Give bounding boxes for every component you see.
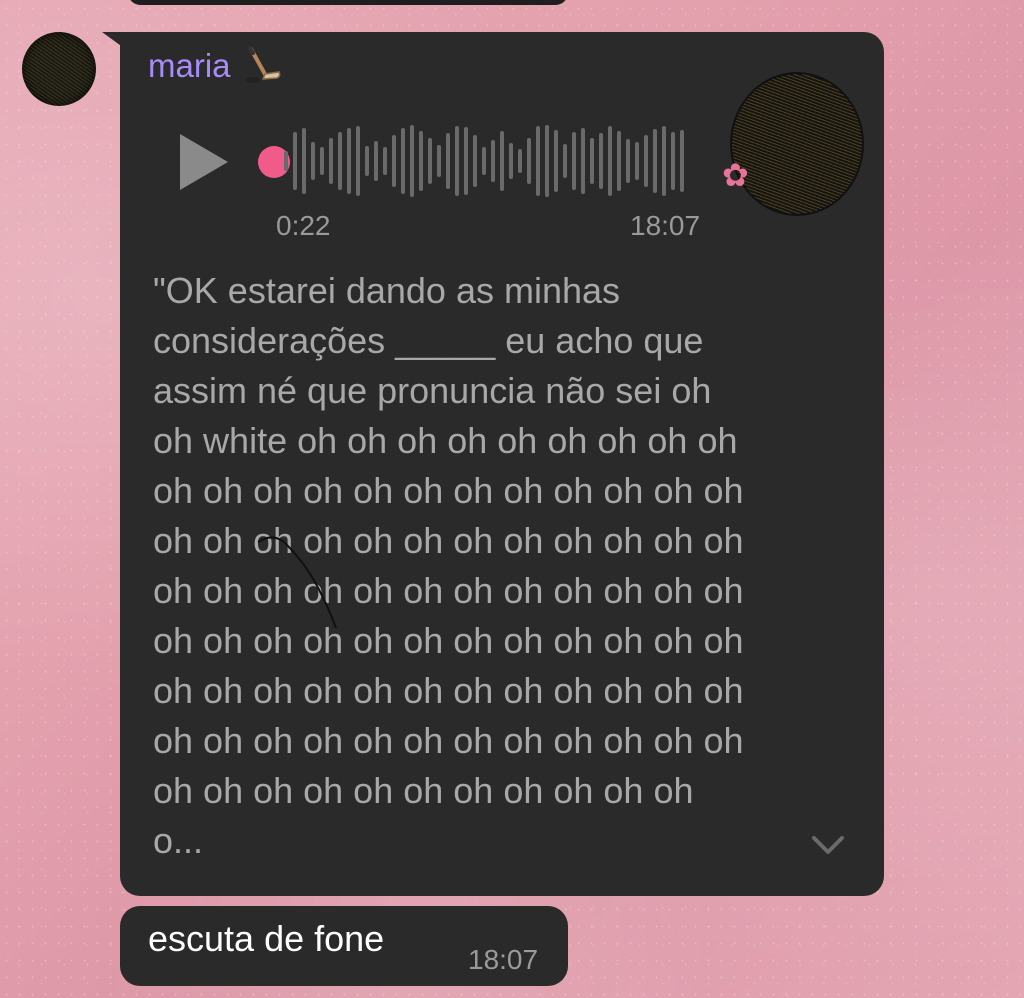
waveform-bar (608, 126, 612, 196)
waveform-bar (491, 140, 495, 182)
waveform-bar (437, 145, 441, 177)
play-icon[interactable] (176, 132, 232, 192)
waveform-bar (644, 135, 648, 187)
waveform-bar (572, 132, 576, 190)
waveform-bar (536, 126, 540, 196)
text-message: escuta de fone (148, 918, 385, 959)
waveform-bar (482, 147, 486, 175)
waveform-bar (446, 133, 450, 189)
waveform-bar (527, 138, 531, 184)
waveform-bar (626, 139, 630, 183)
waveform-bar (473, 135, 477, 187)
waveform-bar (311, 142, 315, 180)
voice-duration: 0:22 (276, 210, 331, 241)
waveform-bar (563, 144, 567, 178)
hockey-stick-icon (245, 46, 280, 83)
waveform-bar (410, 125, 414, 197)
waveform-bar (320, 147, 324, 175)
chevron-down-icon[interactable] (808, 830, 848, 860)
waveform-bar (329, 138, 333, 184)
waveform-bar (554, 130, 558, 192)
waveform-bar (383, 147, 387, 175)
waveform-bar (518, 149, 522, 173)
waveform-bar (617, 131, 621, 191)
waveform-bar (356, 126, 360, 196)
waveform-bar (365, 146, 369, 176)
text-message-time: 18:07 (468, 944, 539, 975)
waveform-bar (401, 128, 405, 194)
rose-icon: ✿ (722, 157, 749, 193)
waveform-bar (581, 128, 585, 194)
waveform-bar (374, 141, 378, 181)
waveform-bar (671, 132, 675, 190)
waveform-bar (500, 131, 504, 191)
sender-avatar[interactable] (22, 32, 96, 106)
sender-name-row[interactable]: maria (148, 46, 283, 86)
waveform-bar (347, 128, 351, 194)
voice-avatar (732, 74, 862, 214)
waveform-bar (464, 127, 468, 195)
pen-scribble (257, 536, 337, 629)
waveform-bar (302, 128, 306, 194)
waveform-bar (662, 126, 666, 196)
waveform-bar (653, 129, 657, 193)
waveform-bar (419, 131, 423, 191)
voice-message-time: 18:07 (630, 210, 701, 241)
previous-message-bubble (128, 0, 568, 5)
waveform-bar (284, 151, 288, 171)
waveform-bar (635, 142, 639, 180)
waveform-bar (338, 132, 342, 190)
waveform-bar (680, 130, 684, 192)
waveform-bar (590, 138, 594, 184)
waveform-bar (293, 132, 297, 190)
waveform-bar (392, 135, 396, 187)
waveform-bar (509, 143, 513, 179)
audio-waveform[interactable] (284, 124, 704, 198)
waveform-bar (428, 138, 432, 184)
waveform-bar (545, 125, 549, 197)
waveform-bar (455, 126, 459, 196)
sender-name[interactable]: maria (148, 47, 231, 85)
waveform-bar (599, 133, 603, 189)
